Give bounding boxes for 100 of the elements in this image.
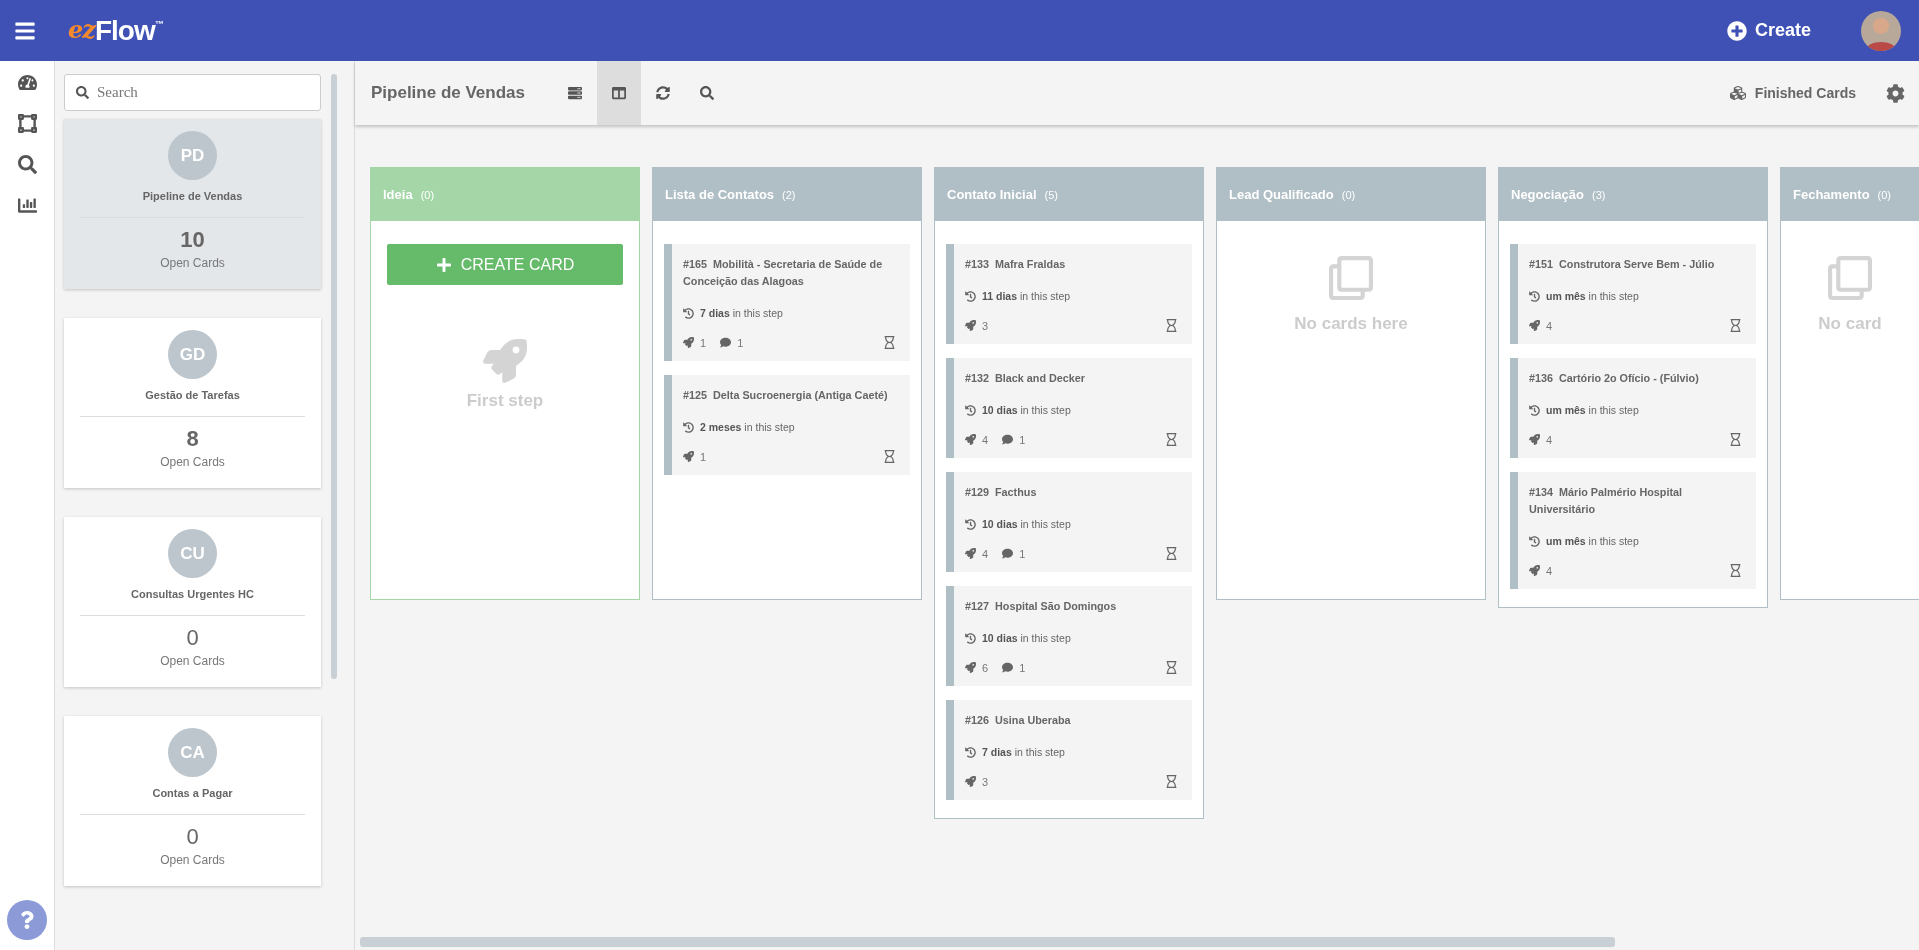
user-avatar[interactable] <box>1861 10 1901 51</box>
pipeline-card[interactable]: #134 Mário Palmério Hospital Universitário um mês in this step 4 <box>1510 472 1756 589</box>
pipeline-item[interactable]: CU Consultas Urgentes HC 0 Open Cards <box>64 517 321 687</box>
column-name: Negociação <box>1511 187 1584 202</box>
card-age: 2 meses in this step <box>700 421 795 433</box>
search-field[interactable]: Search <box>64 74 321 111</box>
column-name: Contato Inicial <box>947 187 1037 202</box>
columns-view-button[interactable] <box>597 61 641 125</box>
pipeline-item[interactable]: PD Pipeline de Vendas 10 Open Cards <box>64 119 321 289</box>
create-button[interactable]: Create <box>1720 19 1817 42</box>
open-card-count: 0 <box>186 824 199 850</box>
hourglass-icon[interactable] <box>883 450 896 463</box>
hourglass-icon[interactable] <box>1165 319 1178 332</box>
history-icon <box>965 746 976 758</box>
rocket-icon <box>683 337 694 348</box>
pipeline-initials: CU <box>168 529 217 578</box>
column-count: (0) <box>420 188 435 201</box>
history-icon <box>1529 535 1540 547</box>
card-age: um mês in this step <box>1546 535 1639 547</box>
history-icon <box>965 404 976 416</box>
comment-icon <box>720 337 732 348</box>
rocket-icon <box>483 339 527 383</box>
task-count: 1 <box>700 450 707 463</box>
finished-cards-button[interactable]: Finished Cards <box>1723 84 1862 102</box>
copy-icon <box>1828 256 1872 300</box>
column-count: (5) <box>1044 188 1058 201</box>
history-icon <box>965 518 976 530</box>
column-name: Lead Qualificado <box>1229 187 1334 202</box>
task-count: 4 <box>982 547 989 560</box>
task-count: 4 <box>1546 433 1553 446</box>
pipeline-name: Gestão de Tarefas <box>145 389 240 401</box>
pipeline-card[interactable]: #126 Usina Uberaba 7 dias in this step 3 <box>946 700 1192 800</box>
pipeline-initials: PD <box>168 131 217 180</box>
card-age: 7 dias in this step <box>982 746 1065 758</box>
hourglass-icon[interactable] <box>1729 564 1742 577</box>
rocket-icon <box>965 434 976 445</box>
card-title: #134 Mário Palmério Hospital Universitário <box>1529 485 1683 517</box>
card-age: 11 dias in this step <box>982 290 1071 302</box>
scrollbar[interactable] <box>360 937 1615 947</box>
hourglass-icon[interactable] <box>1729 433 1742 446</box>
card-title: #126 Usina Uberaba <box>965 713 1072 728</box>
task-count: 4 <box>1546 319 1553 332</box>
rocket-icon <box>1529 434 1540 445</box>
open-card-count: 8 <box>186 426 199 452</box>
pipeline-card[interactable]: #125 Delta Sucroenergia (Antiga Caeté) 2 meses in this step 1 <box>664 375 910 475</box>
column-name: Fechamento <box>1793 187 1870 202</box>
open-cards-label: Open Cards <box>160 256 225 270</box>
card-age: 10 dias in this step <box>982 632 1071 644</box>
pipeline-item[interactable]: GD Gestão de Tarefas 8 Open Cards <box>64 318 321 488</box>
card-age: 10 dias in this step <box>982 518 1071 530</box>
comment-icon <box>1002 548 1014 559</box>
search-icon[interactable] <box>17 155 37 174</box>
pipeline-name: Contas a Pagar <box>152 787 233 799</box>
history-icon <box>1529 404 1540 416</box>
card-title: #136 Cartório 2o Ofício - (Fúlvio) <box>1529 371 1700 386</box>
pipeline-card[interactable]: #127 Hospital São Domingos 10 dias in this step 6 1 <box>946 586 1192 686</box>
history-icon <box>965 632 976 644</box>
help-button[interactable] <box>7 900 47 940</box>
hourglass-icon[interactable] <box>1165 433 1178 446</box>
card-title: #165 Mobilità - Secretaria de Saúde de Conceição das Alagoas <box>683 257 884 289</box>
pipeline-name: Pipeline de Vendas <box>142 190 243 202</box>
pipeline-card[interactable]: #132 Black and Decker 10 dias in this step 4 1 <box>946 358 1192 458</box>
plus-icon <box>435 256 452 273</box>
task-count: 3 <box>982 775 989 788</box>
settings-icon[interactable] <box>1886 83 1905 103</box>
app-logo[interactable]: ezFlow™ <box>68 14 163 47</box>
task-count: 6 <box>982 661 989 674</box>
bar-chart-icon[interactable] <box>17 196 37 215</box>
card-age: 7 dias in this step <box>700 307 783 319</box>
rocket-icon <box>965 662 976 673</box>
hourglass-icon[interactable] <box>1165 661 1178 674</box>
pipeline-item[interactable]: CA Contas a Pagar 0 Open Cards <box>64 716 321 886</box>
board-title: Pipeline de Vendas <box>371 83 525 103</box>
history-icon <box>1529 290 1540 302</box>
history-icon <box>683 421 694 433</box>
history-icon <box>683 307 694 319</box>
column-name: Lista de Contatos <box>665 187 775 202</box>
columns-icon <box>612 86 626 100</box>
pipeline-card[interactable]: #133 Mafra Fraldas 11 dias in this step 3 <box>946 244 1192 344</box>
card-title: #129 Facthus <box>965 485 1038 500</box>
cubes-icon <box>1729 85 1746 101</box>
pipeline-name: Consultas Urgentes HC <box>131 588 254 600</box>
comment-count: 1 <box>1019 433 1026 446</box>
card-title: #125 Delta Sucroenergia (Antiga Caeté) <box>683 388 889 403</box>
task-count: 3 <box>982 319 989 332</box>
pipeline-card[interactable]: #129 Facthus 10 dias in this step 4 1 <box>946 472 1192 572</box>
search-icon <box>700 86 714 100</box>
pipeline-card[interactable]: #151 Construtora Serve Bem - Júlio um mês in this step 4 <box>1510 244 1756 344</box>
rocket-icon <box>965 548 976 559</box>
hourglass-icon[interactable] <box>1165 547 1178 560</box>
pipeline-initials: CA <box>168 728 217 777</box>
pipeline-card[interactable]: #165 Mobilità - Secretaria de Saúde de Conceição das Alagoas 7 dias in this step 1 1 <box>664 244 910 361</box>
copy-icon <box>1329 256 1373 300</box>
hourglass-icon[interactable] <box>1165 775 1178 788</box>
open-cards-label: Open Cards <box>160 455 225 469</box>
pipeline-card[interactable]: #136 Cartório 2o Ofício - (Fúlvio) um mês in this step 4 <box>1510 358 1756 458</box>
scrollbar[interactable] <box>331 74 337 679</box>
dashboard-gauge-icon[interactable] <box>17 73 37 92</box>
hourglass-icon[interactable] <box>1729 319 1742 332</box>
hourglass-icon[interactable] <box>883 336 896 349</box>
